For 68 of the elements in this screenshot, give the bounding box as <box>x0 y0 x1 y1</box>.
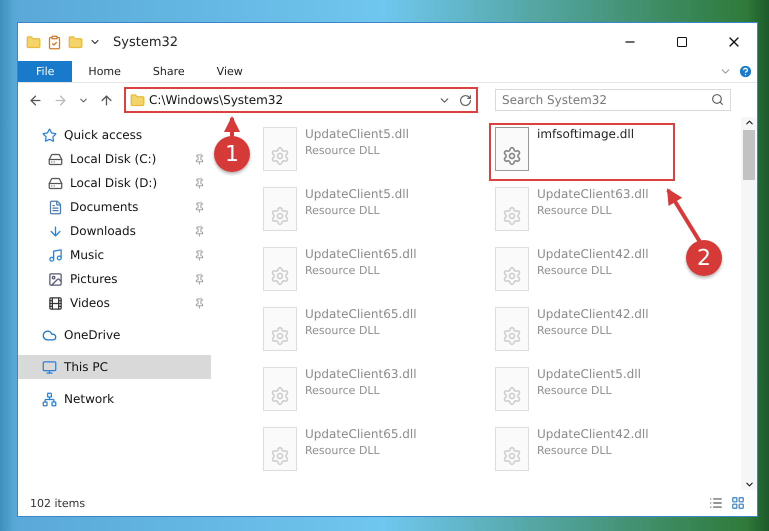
star-icon <box>42 128 57 142</box>
folder-icon <box>130 92 145 108</box>
ribbon-tab[interactable]: View <box>200 61 259 82</box>
file-name: UpdateClient5.dll <box>537 367 641 381</box>
window-title: System32 <box>113 34 180 50</box>
file-item[interactable]: imfsoftimage.dll <box>489 123 675 181</box>
nav-item[interactable]: Downloads <box>18 219 211 243</box>
picture-icon <box>48 272 63 286</box>
film-icon <box>48 296 63 310</box>
help-icon[interactable] <box>738 64 753 79</box>
music-icon <box>48 248 63 262</box>
drive-icon <box>48 176 63 190</box>
file-type: Resource DLL <box>537 444 613 457</box>
drive-icon <box>48 152 63 166</box>
file-name: UpdateClient42.dll <box>537 427 649 441</box>
forward-arrow-icon <box>53 92 68 108</box>
search-icon[interactable] <box>711 93 724 106</box>
nav-item[interactable]: Pictures <box>18 267 211 291</box>
file-name: UpdateClient65.dll <box>305 247 417 261</box>
file-name: UpdateClient63.dll <box>305 367 417 381</box>
cloud-icon <box>42 328 57 342</box>
file-type: Resource DLL <box>305 444 381 457</box>
document-icon <box>48 200 63 214</box>
file-tab[interactable]: File <box>18 61 72 82</box>
file-type: Resource DLL <box>305 264 381 277</box>
network-icon <box>42 392 57 406</box>
nav-item[interactable]: OneDrive <box>18 323 211 347</box>
scrollbar[interactable] <box>741 117 757 490</box>
pointer-arrow <box>666 188 702 244</box>
file-type: Resource DLL <box>305 204 381 217</box>
download-icon <box>48 224 63 238</box>
file-type: Resource DLL <box>305 144 381 157</box>
tiles-view-icon[interactable] <box>731 496 745 510</box>
nav-item[interactable]: Music <box>18 243 211 267</box>
file-name: imfsoftimage.dll <box>537 127 634 141</box>
file-type: Resource DLL <box>537 384 613 397</box>
pointer-arrow <box>224 116 240 137</box>
nav-item[interactable]: Local Disk (D:) <box>18 171 211 195</box>
properties-icon[interactable] <box>47 34 62 50</box>
file-type: Resource DLL <box>305 384 381 397</box>
nav-item[interactable]: Documents <box>18 195 211 219</box>
folder-icon <box>26 34 41 50</box>
scroll-thumb[interactable] <box>743 130 755 180</box>
file-type: Resource DLL <box>305 324 381 337</box>
ribbon-tab[interactable]: Share <box>136 61 201 82</box>
nav-item[interactable]: Quick access <box>18 123 211 147</box>
ribbon-tab[interactable]: Home <box>72 61 137 82</box>
search-field[interactable]: Search System32 <box>495 89 731 111</box>
file-type: Resource DLL <box>537 204 613 217</box>
nav-item[interactable]: Local Disk (C:) <box>18 147 211 171</box>
nav-item[interactable]: This PC <box>18 355 211 379</box>
monitor-icon <box>42 360 57 374</box>
file-name: UpdateClient65.dll <box>305 427 417 441</box>
maximize-icon <box>676 36 688 48</box>
file-name: UpdateClient42.dll <box>537 247 649 261</box>
details-view-icon[interactable] <box>709 496 723 510</box>
file-name: UpdateClient5.dll <box>305 187 409 201</box>
file-name: UpdateClient5.dll <box>305 127 409 141</box>
nav-item[interactable]: Network <box>18 387 211 411</box>
nav-item[interactable]: Videos <box>18 291 211 315</box>
file-name: UpdateClient42.dll <box>537 307 649 321</box>
refresh-icon[interactable] <box>459 94 472 106</box>
file-type: Resource DLL <box>537 324 613 337</box>
file-type: Resource DLL <box>537 264 613 277</box>
address-bar[interactable]: C:\Windows\System32 <box>124 87 478 113</box>
item-count: 102 items <box>30 496 86 510</box>
file-name: UpdateClient63.dll <box>537 187 649 201</box>
file-name: UpdateClient65.dll <box>305 307 417 321</box>
